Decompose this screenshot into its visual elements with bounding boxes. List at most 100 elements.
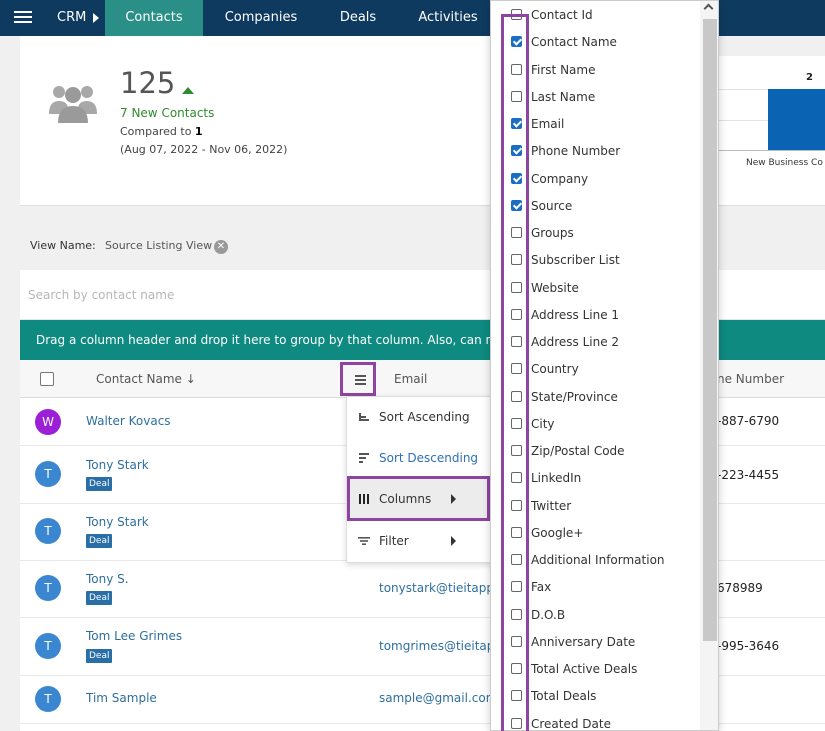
column-option-checkbox[interactable] <box>511 227 522 238</box>
column-option-checkbox[interactable] <box>511 9 522 20</box>
menu-item-label: Filter <box>379 534 409 548</box>
search-input[interactable] <box>28 284 488 306</box>
contact-name-link[interactable]: Tony Stark <box>86 458 149 472</box>
column-option-checkbox[interactable] <box>511 63 522 75</box>
column-option-label: LinkedIn <box>531 471 582 486</box>
column-option[interactable]: State/Province <box>491 384 700 411</box>
column-option-checkbox[interactable] <box>511 172 522 184</box>
contact-email-link[interactable]: tomgrimes@tieitap <box>379 639 494 653</box>
select-all-checkbox[interactable] <box>40 372 54 386</box>
column-option[interactable]: Contact Name <box>491 29 700 56</box>
column-option[interactable]: Address Line 1 <box>491 302 700 329</box>
avatar: T <box>35 633 61 659</box>
column-option[interactable]: First Name <box>491 57 700 84</box>
column-option[interactable]: Contact Id <box>491 2 700 29</box>
column-option-label: Zip/Postal Code <box>531 444 625 458</box>
column-option-checkbox[interactable] <box>511 145 522 157</box>
column-option-label: Address Line 2 <box>531 335 620 349</box>
column-option[interactable]: Additional Information <box>491 547 700 574</box>
column-option[interactable]: Twitter <box>491 493 700 520</box>
chevron-right-icon <box>451 536 456 546</box>
column-option[interactable]: Zip/Postal Code <box>491 438 700 465</box>
contact-name-link[interactable]: Tom Lee Grimes <box>86 629 182 643</box>
column-option-checkbox[interactable] <box>511 499 522 511</box>
column-option[interactable]: LinkedIn <box>491 465 700 492</box>
columns-highlight <box>347 476 490 521</box>
column-option[interactable]: Phone Number <box>491 138 700 165</box>
column-option-label: Additional Information <box>531 553 665 567</box>
contact-name-link[interactable]: Tony S. <box>86 572 129 586</box>
caret-right-icon[interactable] <box>93 13 99 23</box>
column-option-checkbox[interactable] <box>511 635 522 647</box>
trend-up-icon <box>182 87 194 94</box>
menu-item-sort-ascending[interactable]: Sort Ascending <box>347 397 497 437</box>
chart-axis <box>716 150 825 151</box>
column-option[interactable]: Last Name <box>491 84 700 111</box>
tab-contacts[interactable]: Contacts <box>105 0 203 43</box>
contact-name-link[interactable]: Tim Sample <box>86 691 157 705</box>
column-header-email[interactable]: Email <box>394 360 427 398</box>
column-option-checkbox[interactable] <box>511 445 522 456</box>
column-option[interactable]: Website <box>491 275 700 302</box>
contact-name-link[interactable]: Walter Kovacs <box>86 414 171 428</box>
column-option-checkbox[interactable] <box>511 554 522 565</box>
column-option-checkbox[interactable] <box>511 336 522 347</box>
column-option[interactable]: Google+ <box>491 520 700 547</box>
column-option-checkbox[interactable] <box>511 118 522 129</box>
column-option[interactable]: Address Line 2 <box>491 329 700 356</box>
date-range: (Aug 07, 2022 - Nov 06, 2022) <box>120 143 288 156</box>
column-option[interactable]: D.O.B <box>491 602 700 629</box>
tab-deals[interactable]: Deals <box>318 0 398 36</box>
column-option-label: Anniversary Date <box>531 634 636 649</box>
column-option-checkbox[interactable] <box>511 36 522 48</box>
column-option-checkbox[interactable] <box>511 526 522 538</box>
column-option-checkbox[interactable] <box>511 254 522 266</box>
hamburger-menu-icon[interactable] <box>14 11 32 24</box>
column-option[interactable]: Total Deals <box>491 683 700 710</box>
column-header-contact-name[interactable]: Contact Name ↓ <box>96 360 196 398</box>
contact-email-link[interactable]: tonystark@tieitapp <box>379 581 494 595</box>
column-option-checkbox[interactable] <box>511 363 522 375</box>
column-option-checkbox[interactable] <box>511 417 522 429</box>
column-option[interactable]: Total Active Deals <box>491 656 700 683</box>
column-option-checkbox[interactable] <box>511 581 522 593</box>
column-option-checkbox[interactable] <box>511 390 522 402</box>
tab-companies[interactable]: Companies <box>212 0 310 36</box>
column-option-checkbox[interactable] <box>511 472 522 484</box>
column-option-checkbox[interactable] <box>511 90 522 102</box>
column-option[interactable]: Fax <box>491 574 700 601</box>
column-header-phone[interactable]: ne Number <box>717 360 784 398</box>
menu-item-sort-descending[interactable]: Sort Descending <box>347 438 497 478</box>
contact-phone: -995-3646 <box>717 639 780 653</box>
column-option-checkbox[interactable] <box>511 199 522 211</box>
column-option[interactable]: Country <box>491 356 700 383</box>
column-option-checkbox[interactable] <box>511 717 522 729</box>
column-chooser-panel: Created Date Total Deals Total Active Deal… <box>490 0 719 731</box>
menu-item-label: Sort Descending <box>379 451 479 465</box>
contact-email-link[interactable]: sample@gmail.com <box>379 691 497 705</box>
column-option[interactable]: Email <box>491 111 700 138</box>
column-option-checkbox[interactable] <box>511 308 522 320</box>
column-option[interactable]: City <box>491 411 700 438</box>
close-circle-icon[interactable]: ✕ <box>214 240 228 254</box>
scrollbar-thumb[interactable] <box>703 19 717 641</box>
column-option[interactable]: Source <box>491 193 700 220</box>
column-option-checkbox[interactable] <box>511 281 522 293</box>
app-brand[interactable]: CRM <box>57 0 86 36</box>
menu-item-filter[interactable]: Filter <box>347 521 497 561</box>
column-option[interactable]: Subscriber List <box>491 247 700 274</box>
deal-badge: Deal <box>86 534 113 548</box>
column-option-label: Country <box>531 362 579 377</box>
column-option[interactable]: Company <box>491 166 700 193</box>
column-option-checkbox[interactable] <box>511 690 522 702</box>
contact-name-link[interactable]: Tony Stark <box>86 515 149 529</box>
column-option-checkbox[interactable] <box>511 663 522 674</box>
contact-count: 125 <box>120 66 176 100</box>
column-menu-button[interactable] <box>340 362 376 396</box>
column-option-checkbox[interactable] <box>511 608 522 620</box>
column-option[interactable]: Created Date <box>491 711 700 730</box>
tab-activities[interactable]: Activities <box>410 0 486 36</box>
column-option[interactable]: Groups <box>491 220 700 247</box>
column-option[interactable]: Anniversary Date <box>491 629 700 656</box>
bar-new-business <box>768 89 825 150</box>
